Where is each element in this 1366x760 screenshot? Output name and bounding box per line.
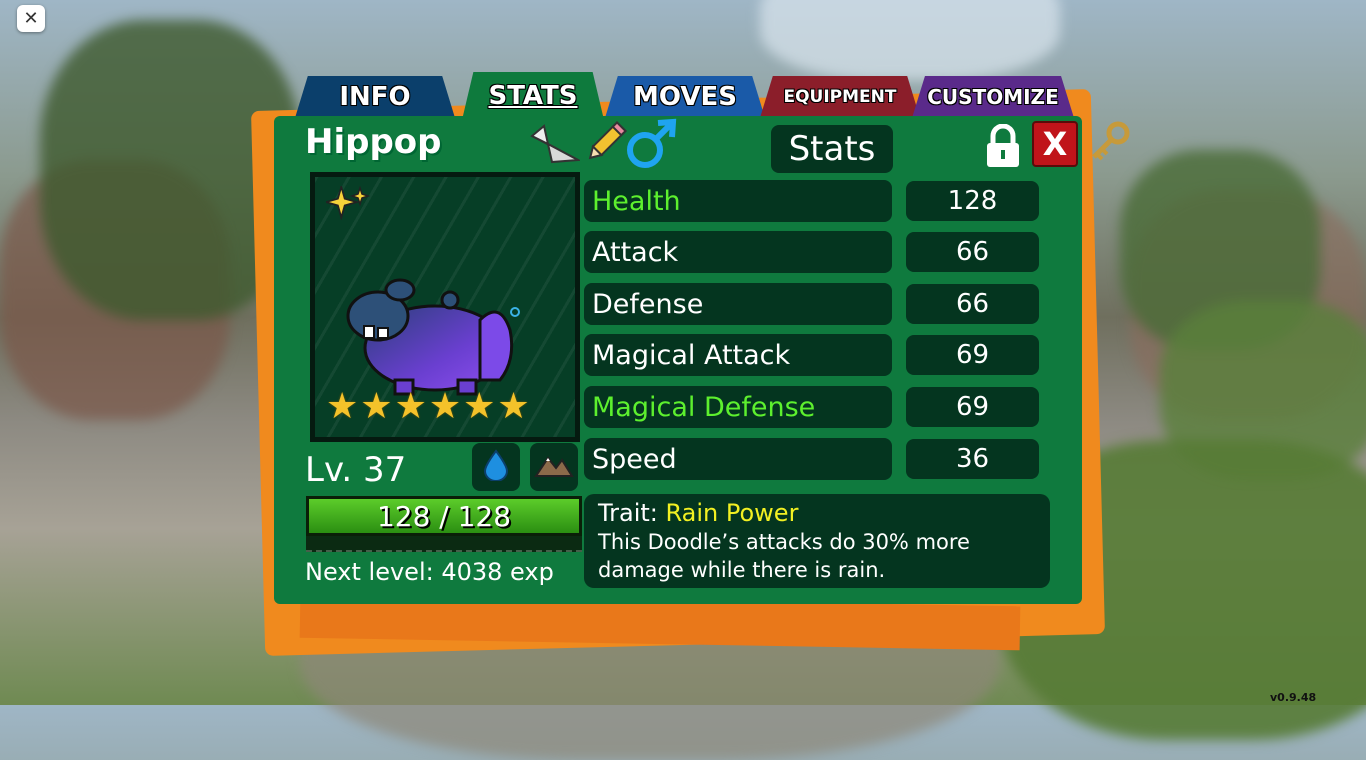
trait-name: Rain Power <box>665 499 799 527</box>
tab-moves[interactable]: MOVES <box>605 76 765 118</box>
stat-value: 69 <box>906 387 1039 427</box>
stat-label: Defense <box>584 283 892 325</box>
screen-close-button[interactable]: ✕ <box>17 5 45 32</box>
trait-box: Trait: Rain Power This Doodle’s attacks … <box>584 494 1050 588</box>
pencil-icon[interactable] <box>583 120 627 170</box>
water-type-badge[interactable] <box>472 443 520 491</box>
version-label: v0.9.48 <box>1270 691 1317 704</box>
mountain-icon <box>534 452 574 482</box>
doodle-name: Hippop <box>305 122 442 162</box>
star-icon: ★ <box>428 386 462 427</box>
next-level-label: Next level: 4038 exp <box>305 558 554 586</box>
trait-description-line2: damage while there is rain. <box>598 558 886 582</box>
stats-header: Stats <box>771 125 893 173</box>
star-icon: ★ <box>326 386 359 427</box>
earth-type-badge[interactable] <box>530 443 578 491</box>
stat-value: 69 <box>906 335 1039 375</box>
hp-bar: 128 / 128 <box>306 496 582 536</box>
key-icon[interactable] <box>1088 120 1132 168</box>
hp-text: 128 / 128 <box>376 499 512 533</box>
water-drop-icon <box>483 449 509 485</box>
tab-stats-label: STATS <box>488 81 578 111</box>
star-icon: ★ <box>463 386 496 427</box>
tab-info[interactable]: INFO <box>295 76 455 118</box>
tab-equipment[interactable]: EQUIPMENT <box>760 76 920 118</box>
tab-customize[interactable]: CUSTOMIZE <box>912 76 1074 118</box>
stat-label: Magical Defense <box>584 386 892 428</box>
stat-value: 128 <box>906 181 1039 221</box>
tab-stats[interactable]: STATS <box>462 72 604 120</box>
tab-moves-label: MOVES <box>633 82 737 112</box>
stat-value: 36 <box>906 439 1039 479</box>
stat-label: Attack <box>584 231 892 273</box>
hippo-creature-image <box>340 270 530 404</box>
tab-info-label: INFO <box>339 82 411 112</box>
star-rating: ★ ★ ★ ★ ★ ★ <box>326 387 530 427</box>
stat-label: Magical Attack <box>584 334 892 376</box>
level-label: Lv. 37 <box>305 450 407 490</box>
stat-value: 66 <box>906 284 1039 324</box>
stat-label: Speed <box>584 438 892 480</box>
exp-bar <box>306 536 582 552</box>
close-button[interactable]: X <box>1032 121 1078 167</box>
male-icon <box>625 118 679 174</box>
star-icon: ★ <box>360 386 393 427</box>
stat-label: Health <box>584 180 892 222</box>
tab-customize-label: CUSTOMIZE <box>927 85 1059 109</box>
lock-icon[interactable] <box>985 123 1021 172</box>
tab-equipment-label: EQUIPMENT <box>783 87 897 107</box>
paper-plane-icon[interactable] <box>530 122 582 168</box>
sparkle-icon <box>322 183 371 234</box>
stat-value: 66 <box>906 232 1039 272</box>
trait-label: Trait: <box>598 499 658 527</box>
star-icon: ★ <box>394 386 427 427</box>
star-icon: ★ <box>497 386 530 427</box>
trait-description-line1: This Doodle’s attacks do 30% more <box>598 530 970 554</box>
